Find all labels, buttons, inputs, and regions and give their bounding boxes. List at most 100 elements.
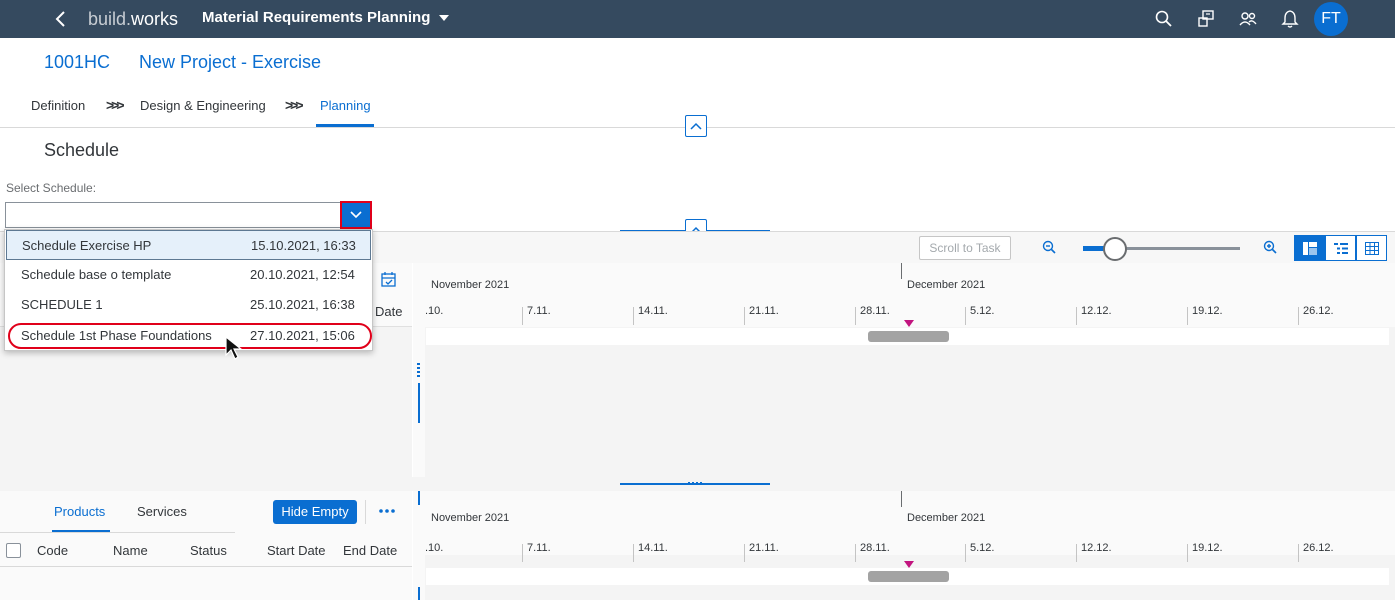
collaboration-icon[interactable] — [1195, 8, 1217, 30]
column-header-name[interactable]: Name — [113, 543, 148, 558]
app-title[interactable]: Material Requirements Planning — [202, 9, 430, 26]
week-label: 21.11. — [749, 305, 779, 317]
today-marker — [904, 320, 914, 327]
app-menu-caret-icon[interactable] — [438, 12, 450, 24]
zoom-slider-handle[interactable] — [1103, 237, 1127, 261]
week-tick — [965, 544, 966, 562]
breadcrumb-planning[interactable]: Planning — [320, 98, 371, 113]
week-label: 28.11. — [860, 305, 890, 317]
breadcrumb-definition[interactable]: Definition — [31, 98, 85, 113]
week-label: .10. — [425, 542, 444, 554]
week-label: 26.12. — [1303, 542, 1334, 554]
week-label: 12.12. — [1081, 542, 1112, 554]
shell-bar: build.works Material Requirements Planni… — [0, 0, 1395, 38]
gantt-layout-icon — [1303, 242, 1317, 255]
month-boundary — [901, 263, 902, 279]
breadcrumb-separator-icon: >>> — [106, 97, 124, 113]
column-header-code[interactable]: Code — [37, 543, 68, 558]
dropdown-option[interactable]: SCHEDULE 1 25.10.2021, 16:38 — [6, 290, 371, 320]
week-tick — [522, 307, 523, 325]
users-icon[interactable] — [1237, 8, 1259, 30]
list-view-button[interactable] — [1325, 235, 1356, 261]
option-date: 15.10.2021, 16:33 — [251, 238, 356, 253]
tree-list-icon — [1334, 243, 1348, 254]
week-label: 5.12. — [970, 305, 995, 317]
breadcrumb-design-engineering[interactable]: Design & Engineering — [140, 98, 266, 113]
dropdown-option[interactable]: Schedule base o template 20.10.2021, 12:… — [6, 260, 371, 290]
week-tick — [522, 544, 523, 562]
today-marker — [904, 561, 914, 568]
zoom-out-icon[interactable] — [1041, 239, 1059, 257]
option-date: 20.10.2021, 12:54 — [250, 267, 355, 282]
column-header-end-date[interactable]: End Date — [343, 543, 397, 558]
week-label: 19.12. — [1192, 542, 1223, 554]
back-icon[interactable] — [50, 8, 72, 30]
gantt-chart-lower: November 2021 December 2021 .10. 7.11. 1… — [425, 491, 1395, 600]
week-tick — [965, 307, 966, 325]
week-label: 7.11. — [527, 305, 551, 317]
calendar-icon[interactable] — [380, 271, 398, 289]
month-boundary — [901, 491, 902, 507]
project-name: New Project - Exercise — [139, 52, 322, 72]
dropdown-option[interactable]: Schedule Exercise HP 15.10.2021, 16:33 — [6, 230, 371, 260]
week-tick — [1076, 544, 1077, 562]
table-view-button[interactable] — [1356, 235, 1387, 261]
week-label: 5.12. — [970, 542, 995, 554]
column-header-start-date[interactable]: Start Date — [267, 543, 326, 558]
vertical-splitter[interactable] — [413, 263, 425, 477]
splitter-bar — [418, 587, 420, 600]
week-tick — [633, 307, 634, 325]
splitter-bar — [418, 383, 420, 423]
month-label: December 2021 — [907, 512, 986, 524]
week-tick — [855, 544, 856, 562]
schedule-summary-bar[interactable] — [868, 331, 949, 342]
user-avatar[interactable]: FT — [1314, 2, 1348, 36]
horizontal-splitter[interactable] — [0, 477, 1395, 491]
select-schedule-input[interactable] — [5, 202, 341, 228]
splitter-grip-icon — [417, 363, 420, 377]
vertical-splitter-lower[interactable] — [413, 491, 425, 600]
splitter-bar — [418, 491, 420, 505]
option-name: Schedule base o template — [21, 267, 172, 282]
splitter-grip-icon — [688, 482, 702, 485]
week-tick — [855, 307, 856, 325]
gantt-chart-upper: November 2021 December 2021 .10. 7.11. 1… — [425, 263, 1395, 477]
table-grid-icon — [1365, 242, 1379, 255]
week-label: 21.11. — [749, 542, 779, 554]
week-label: 19.12. — [1192, 305, 1223, 317]
brand-logo[interactable]: build.works — [88, 9, 178, 30]
schedule-dropdown-list: Schedule Exercise HP 15.10.2021, 16:33 S… — [4, 229, 373, 351]
select-all-checkbox[interactable] — [6, 543, 21, 558]
more-options-icon[interactable] — [378, 508, 396, 514]
column-header-status[interactable]: Status — [190, 543, 227, 558]
breadcrumb-separator-icon: >>> — [285, 97, 303, 113]
search-icon[interactable] — [1153, 8, 1175, 30]
tab-products[interactable]: Products — [54, 504, 105, 519]
week-label: 14.11. — [638, 542, 668, 554]
chevron-up-icon — [690, 122, 702, 130]
hide-empty-button[interactable]: Hide Empty — [273, 500, 357, 524]
tab-services[interactable]: Services — [137, 504, 187, 519]
gantt-view-button[interactable] — [1294, 235, 1325, 261]
schedule-summary-bar[interactable] — [868, 571, 949, 582]
notifications-bell-icon[interactable] — [1279, 8, 1301, 30]
week-tick — [1076, 307, 1077, 325]
week-label: 12.12. — [1081, 305, 1112, 317]
collapse-header-button[interactable] — [685, 115, 707, 137]
resources-pane: Products Services Hide Empty Code Name S… — [0, 491, 412, 600]
section-title: Schedule — [44, 140, 120, 160]
week-label: 28.11. — [860, 542, 890, 554]
end-date-column-header[interactable]: Date — [375, 304, 402, 319]
table-header-divider — [0, 566, 412, 567]
tabs-divider — [0, 532, 235, 533]
month-label: November 2021 — [431, 279, 510, 291]
scroll-to-task-button[interactable]: Scroll to Task — [919, 236, 1011, 260]
select-schedule-label: Select Schedule: — [6, 181, 97, 195]
option-name: Schedule Exercise HP — [22, 238, 152, 253]
toolbar-separator — [365, 500, 366, 524]
timeline-header-lower: November 2021 December 2021 .10. 7.11. 1… — [425, 491, 1395, 562]
zoom-in-icon[interactable] — [1262, 239, 1280, 257]
option-name: SCHEDULE 1 — [21, 297, 103, 312]
select-schedule-dropdown-button[interactable] — [340, 201, 372, 229]
week-label: 7.11. — [527, 542, 551, 554]
